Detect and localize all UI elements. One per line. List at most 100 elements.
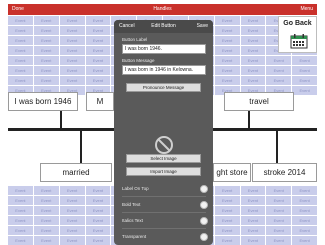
grid-cell[interactable]: Event <box>33 46 59 55</box>
grid-cell[interactable]: Event <box>240 66 266 75</box>
toggle-switch[interactable] <box>200 233 208 241</box>
event-married[interactable]: married <box>40 163 112 182</box>
grid-cell[interactable]: Event <box>292 66 317 75</box>
grid-cell[interactable]: Event <box>8 186 33 195</box>
grid-cell[interactable]: Event <box>33 226 59 235</box>
grid-cell[interactable]: Event <box>59 16 85 25</box>
grid-cell[interactable]: Event <box>85 16 111 25</box>
event-m[interactable]: M <box>86 92 114 111</box>
grid-cell[interactable]: Event <box>214 26 240 35</box>
grid-cell[interactable]: Event <box>214 186 240 195</box>
grid-cell[interactable]: Event <box>33 76 59 85</box>
grid-cell[interactable]: Event <box>292 216 317 225</box>
grid-cell[interactable]: Event <box>33 236 59 245</box>
grid-cell[interactable]: Event <box>33 36 59 45</box>
grid-cell[interactable]: Event <box>292 236 317 245</box>
grid-cell[interactable]: Event <box>292 196 317 205</box>
pronounce-message-button[interactable]: Pronounce Message <box>126 83 201 92</box>
grid-cell[interactable]: Event <box>240 16 266 25</box>
grid-cell[interactable]: Event <box>266 196 292 205</box>
grid-cell[interactable]: Event <box>214 36 240 45</box>
grid-cell[interactable]: Event <box>240 56 266 65</box>
grid-cell[interactable]: Event <box>266 186 292 195</box>
grid-cell[interactable]: Event <box>33 66 59 75</box>
grid-cell[interactable]: Event <box>8 56 33 65</box>
grid-cell[interactable]: Event <box>85 196 111 205</box>
grid-cell[interactable]: Event <box>85 206 111 215</box>
grid-cell[interactable]: Event <box>59 56 85 65</box>
event-stroke[interactable]: stroke 2014 <box>252 163 317 182</box>
grid-cell[interactable]: Event <box>214 206 240 215</box>
grid-cell[interactable]: Event <box>240 46 266 55</box>
grid-cell[interactable]: Event <box>214 16 240 25</box>
event-travel[interactable]: travel <box>224 92 294 111</box>
button-label-input[interactable]: I was born 1946. <box>122 44 206 54</box>
grid-cell[interactable]: Event <box>85 226 111 235</box>
grid-cell[interactable]: Event <box>292 56 317 65</box>
toggle-switch[interactable] <box>200 217 208 225</box>
grid-cell[interactable]: Event <box>33 206 59 215</box>
save-button[interactable]: Save <box>197 20 208 33</box>
grid-cell[interactable]: Event <box>214 56 240 65</box>
grid-cell[interactable]: Event <box>59 76 85 85</box>
select-image-button[interactable]: Select Image <box>126 154 201 163</box>
grid-cell[interactable]: Event <box>214 196 240 205</box>
grid-cell[interactable]: Event <box>59 226 85 235</box>
grid-cell[interactable]: Event <box>33 186 59 195</box>
grid-cell[interactable]: Event <box>214 66 240 75</box>
grid-cell[interactable]: Event <box>59 26 85 35</box>
toggle-switch[interactable] <box>200 201 208 209</box>
grid-cell[interactable]: Event <box>266 76 292 85</box>
grid-cell[interactable]: Event <box>8 46 33 55</box>
grid-cell[interactable]: Event <box>266 56 292 65</box>
grid-cell[interactable]: Event <box>33 26 59 35</box>
event-born[interactable]: I was born 1946 <box>8 92 78 111</box>
grid-cell[interactable]: Event <box>292 206 317 215</box>
grid-cell[interactable]: Event <box>240 226 266 235</box>
toggle-switch[interactable] <box>200 185 208 193</box>
grid-cell[interactable]: Event <box>85 236 111 245</box>
grid-cell[interactable]: Event <box>240 36 266 45</box>
grid-cell[interactable]: Event <box>59 216 85 225</box>
grid-cell[interactable]: Event <box>59 66 85 75</box>
grid-cell[interactable]: Event <box>8 66 33 75</box>
grid-cell[interactable]: Event <box>8 236 33 245</box>
menu-button[interactable]: Menu <box>300 4 313 15</box>
grid-cell[interactable]: Event <box>8 196 33 205</box>
grid-cell[interactable]: Event <box>8 226 33 235</box>
event-store[interactable]: ght store <box>213 163 251 182</box>
grid-cell[interactable]: Event <box>33 216 59 225</box>
grid-cell[interactable]: Event <box>266 66 292 75</box>
grid-cell[interactable]: Event <box>85 76 111 85</box>
grid-cell[interactable]: Event <box>85 46 111 55</box>
grid-cell[interactable]: Event <box>240 76 266 85</box>
grid-cell[interactable]: Event <box>85 66 111 75</box>
grid-cell[interactable]: Event <box>85 186 111 195</box>
grid-cell[interactable]: Event <box>214 46 240 55</box>
grid-cell[interactable]: Event <box>266 206 292 215</box>
grid-cell[interactable]: Event <box>240 206 266 215</box>
grid-cell[interactable]: Event <box>266 216 292 225</box>
go-back-button[interactable]: Go Back <box>278 16 317 53</box>
grid-cell[interactable]: Event <box>59 36 85 45</box>
grid-cell[interactable]: Event <box>292 186 317 195</box>
grid-cell[interactable]: Event <box>240 216 266 225</box>
grid-cell[interactable]: Event <box>214 76 240 85</box>
grid-cell[interactable]: Event <box>59 236 85 245</box>
grid-cell[interactable]: Event <box>8 36 33 45</box>
grid-cell[interactable]: Event <box>292 226 317 235</box>
grid-cell[interactable]: Event <box>266 226 292 235</box>
grid-cell[interactable]: Event <box>85 36 111 45</box>
grid-cell[interactable]: Event <box>8 76 33 85</box>
grid-cell[interactable]: Event <box>292 86 317 95</box>
grid-cell[interactable]: Event <box>240 196 266 205</box>
grid-cell[interactable]: Event <box>240 26 266 35</box>
grid-cell[interactable]: Event <box>266 236 292 245</box>
grid-cell[interactable]: Event <box>59 206 85 215</box>
grid-cell[interactable]: Event <box>59 46 85 55</box>
grid-cell[interactable]: Event <box>214 226 240 235</box>
grid-cell[interactable]: Event <box>8 26 33 35</box>
grid-cell[interactable]: Event <box>59 196 85 205</box>
grid-cell[interactable]: Event <box>214 236 240 245</box>
import-image-button[interactable]: Import Image <box>126 167 201 176</box>
